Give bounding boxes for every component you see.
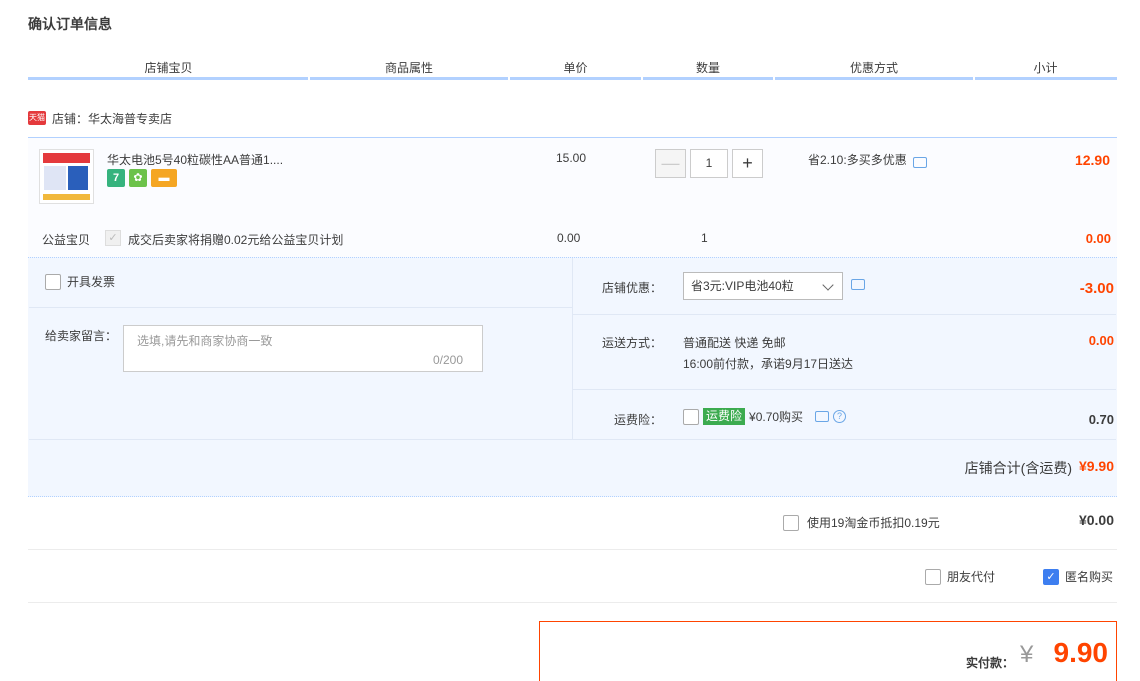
header-underline — [643, 77, 773, 80]
shipping-label: 运送方式： — [602, 336, 663, 350]
invoice-label[interactable]: 开具发票 — [67, 273, 115, 290]
message-icon[interactable] — [851, 279, 865, 290]
coin-label[interactable]: 使用19淘金币抵扣0.19元 — [807, 514, 940, 531]
shop-discount-selected: 省3元:VIP电池40粒 — [691, 279, 794, 293]
message-char-count: 0/200 — [433, 353, 464, 367]
product-title[interactable]: 华太电池5号40粒碳性AA普通1.... — [107, 151, 283, 168]
header-underline — [310, 77, 508, 80]
quantity-stepper: — 1 + — [655, 149, 763, 178]
anonymous-purchase-option[interactable]: ✓ 匿名购买 — [1043, 568, 1113, 585]
header-underline — [28, 77, 308, 80]
divider — [28, 549, 1117, 550]
actual-pay-value: 9.90 — [1053, 637, 1109, 668]
seven-day-return-icon[interactable]: 7 — [107, 169, 125, 187]
seller-message-placeholder: 选填,请先和商家协商一致 — [137, 334, 273, 348]
insurance-tag: 运费险 — [703, 408, 746, 425]
column-header-price: 单价 — [563, 61, 588, 75]
item-subtotal: 12.90 — [1074, 152, 1110, 168]
chevron-down-icon — [822, 279, 834, 291]
message-icon[interactable] — [815, 411, 830, 422]
friend-pay-option[interactable]: 朋友代付 — [925, 568, 995, 585]
charity-price: 0.00 — [557, 231, 581, 245]
column-header-qty: 数量 — [695, 61, 720, 75]
column-header-item: 店铺宝贝 — [144, 61, 193, 75]
coin-checkbox[interactable] — [783, 514, 799, 531]
insurance-fee: 0.70 — [1088, 412, 1114, 427]
charity-qty: 1 — [701, 231, 708, 245]
divider — [28, 602, 1117, 603]
tmall-icon: 天猫 — [28, 111, 46, 125]
insurance-option: 运费险 ¥0.70购买 ? — [683, 408, 847, 425]
discount-method: 省2.10:多买多优惠 — [808, 151, 927, 168]
guarantee-icon[interactable]: ✿ — [129, 169, 147, 187]
column-header-attributes: 商品属性 — [384, 61, 433, 75]
currency-symbol: ¥ — [1020, 641, 1034, 668]
service-icons: 7 ✿ ▬ — [107, 169, 177, 187]
invoice-checkbox[interactable] — [45, 273, 61, 290]
anonymous-checkbox[interactable]: ✓ — [1043, 568, 1059, 585]
shipping-eta: 16:00前付款，承诺9月17日送达 — [683, 357, 854, 371]
shop-name[interactable]: 店铺：华太海普专卖店 — [52, 110, 172, 127]
message-label: 给卖家留言： — [45, 329, 118, 343]
help-icon[interactable]: ? — [833, 410, 847, 423]
divider — [572, 258, 573, 439]
column-header-discount: 优惠方式 — [849, 61, 898, 75]
message-icon[interactable] — [912, 157, 927, 168]
taobao-coin-option[interactable]: 使用19淘金币抵扣0.19元 — [783, 514, 940, 531]
friend-pay-checkbox[interactable] — [925, 568, 941, 585]
friend-pay-label[interactable]: 朋友代付 — [947, 568, 995, 585]
insurance-checkbox[interactable] — [683, 408, 699, 425]
divider — [29, 307, 572, 308]
qty-input[interactable]: 1 — [690, 149, 728, 178]
shop-row: 天猫 店铺：华太海普专卖店 — [28, 110, 172, 126]
coin-value: ¥0.00 — [1078, 512, 1114, 528]
anonymous-label[interactable]: 匿名购买 — [1065, 568, 1113, 585]
header-underline — [975, 77, 1117, 80]
shop-total-value: ¥9.90 — [1078, 458, 1114, 474]
qty-plus-button[interactable]: + — [732, 149, 763, 178]
shop-total-label: 店铺合计(含运费) — [964, 460, 1072, 476]
unit-price: 15.00 — [556, 151, 587, 165]
qty-minus-button[interactable]: — — [655, 149, 686, 178]
page-title: 确认订单信息 — [28, 16, 112, 32]
discount-text: 省2.10:多买多优惠 — [808, 153, 907, 167]
charity-checkbox: ✓ — [105, 230, 121, 246]
charity-text: 成交后卖家将捐赠0.02元给公益宝贝计划 — [128, 233, 344, 247]
column-header-subtotal: 小计 — [1033, 61, 1058, 75]
insurance-label: 运费险： — [614, 413, 663, 427]
charity-label: 公益宝贝 — [42, 233, 91, 247]
invoice-option[interactable]: 开具发票 — [45, 273, 115, 290]
divider — [29, 439, 1116, 440]
divider — [573, 314, 1116, 315]
charity-subtotal: 0.00 — [1085, 231, 1111, 246]
header-underline — [775, 77, 973, 80]
divider — [573, 389, 1116, 390]
insurance-price: ¥0.70购买 — [749, 410, 804, 424]
shop-discount-select[interactable]: 省3元:VIP电池40粒 — [683, 272, 843, 300]
shop-discount-label: 店铺优惠： — [602, 281, 663, 295]
shipping-fee: 0.00 — [1088, 333, 1114, 348]
credit-card-icon[interactable]: ▬ — [151, 169, 177, 187]
shipping-method: 普通配送 快递 免邮 — [683, 336, 786, 350]
header-underline — [510, 77, 641, 80]
product-thumbnail[interactable] — [39, 149, 94, 204]
shop-discount-value: -3.00 — [1079, 280, 1114, 297]
actual-pay-label: 实付款： — [966, 656, 1015, 670]
